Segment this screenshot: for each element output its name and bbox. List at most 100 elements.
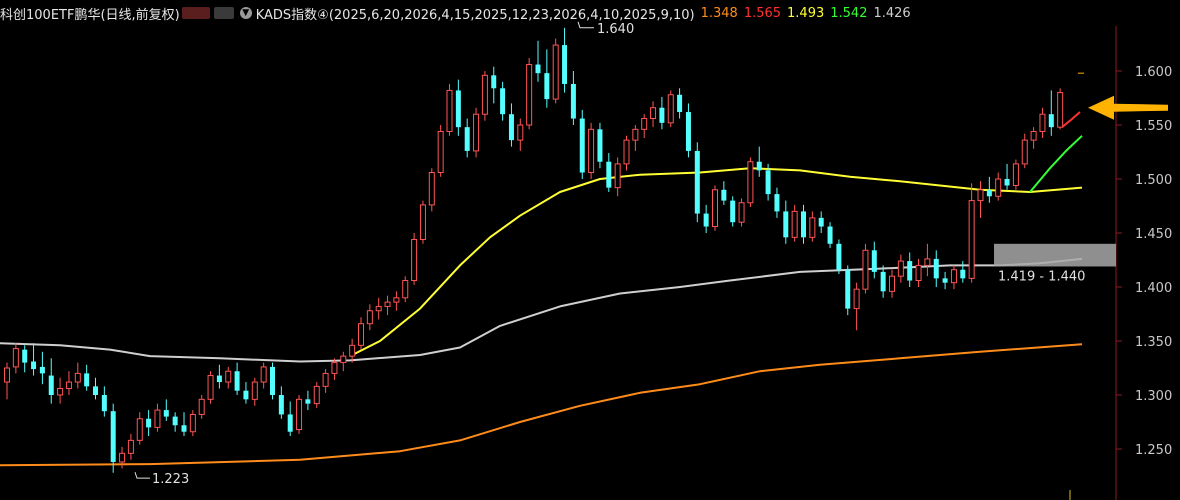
candle-body-up [296,398,303,431]
candle-body-up [862,249,869,290]
candle-body-up [313,385,320,405]
candle-body-down [836,243,842,270]
candle-body-down [39,366,45,374]
candle-body-up [384,301,391,307]
candle-body-up [419,204,426,240]
candle-body-down [84,373,90,387]
candle-body-up [437,130,444,174]
candle-body-up [251,381,258,400]
candle-body-down [597,129,603,162]
candle-body-down [1048,114,1054,128]
candle-body-up [402,280,409,299]
y-tick-label: 1.500 [1135,173,1172,188]
candle-body-up [473,113,480,152]
candle-body-down [694,150,700,214]
candle-body-down [570,83,576,119]
candle-body-up [924,258,931,266]
candle-body-down [562,45,568,84]
candle-body-up [411,238,418,282]
candle-body-up [791,210,798,238]
trend-line-red [1061,111,1081,128]
candle-body-down [818,217,824,227]
candle-body-up [1039,113,1046,132]
candle-body-down [986,189,992,197]
candle-body-up [65,381,72,390]
candle-body-up [4,367,10,383]
candle-body-up [889,275,895,292]
candle-body-up [119,452,126,463]
candle-body-up [189,413,196,433]
y-tick-label: 1.400 [1135,281,1172,296]
candle-body-up [207,375,214,400]
candle-body-up [260,366,267,383]
y-tick-label: 1.350 [1135,335,1172,350]
candlestick-chart[interactable]: 1.640 1.223 1.419 - 1.440 1.600 1.550 1.500 1… [0,0,1180,500]
candle-body-down [234,371,240,391]
candle-body-down [827,226,833,244]
candle-body-down [101,395,107,412]
candle-body-down [278,395,284,415]
candle-body-down [774,194,780,212]
candle-body-up [552,44,559,100]
candle-body-up [915,264,922,282]
candle-body-down [606,161,612,188]
y-tick-label: 1.250 [1135,443,1172,458]
candle-body-up [428,172,435,206]
candle-body-down [93,386,98,395]
candle-body-down [685,112,691,151]
candle-body-up [446,89,453,132]
candle-body-down [172,416,178,426]
candle-body-up [225,370,232,383]
candle-body-up [641,118,648,130]
y-tick-label: 1.550 [1135,119,1172,134]
candle-body-up [340,355,347,364]
candle-body-up [995,178,1002,197]
low-label: 1.223 [152,472,189,487]
candle-body-down [464,127,470,151]
candle-body-up [853,288,860,310]
candle-body-up [358,323,364,346]
low-marker [134,472,150,479]
candle-body-down [216,375,222,383]
candle-body-up [375,305,382,312]
candle-body-up [977,189,984,202]
candle-body-up [57,388,64,396]
pointer-arrow-icon [1088,95,1168,120]
candle-body-down [535,64,541,74]
zone-label: 1.419 - 1.440 [998,269,1085,284]
candle-body-up [517,124,524,141]
candle-body-down [960,269,966,279]
candle-body-up [136,418,143,441]
y-tick-label: 1.600 [1135,65,1172,80]
candle-body-up [154,409,161,428]
candle-body-down [491,75,497,89]
candle-body-down [305,399,311,404]
candle-body-down [508,114,514,141]
candle-body-down [48,375,54,395]
candle-body-down [880,271,886,292]
candle-body-up [623,139,630,165]
candle-body-down [933,258,939,279]
candle-body-up [667,94,674,124]
y-tick-label: 1.300 [1135,389,1172,404]
candle-body-up [614,163,621,189]
candle-body-up [650,107,657,120]
candle-body-down [455,90,461,128]
candle-body-down [765,170,771,195]
candle-body-up [1030,130,1037,141]
candle-body-up [526,64,533,126]
candle-body-down [756,161,762,171]
candle-body-up [632,128,639,141]
candle-body-down [500,88,506,115]
high-label: 1.640 [597,22,634,37]
candle-body-up [393,297,400,303]
candle-body-up [198,398,205,415]
candle-body-up [481,74,488,115]
candle-body-up [588,128,595,174]
candle-body-down [31,361,37,370]
candle-body-up [950,269,957,284]
candle-body-down [163,410,169,417]
candle-body-down [730,200,736,223]
candle-body-up [1012,163,1019,186]
candle-body-down [287,414,293,432]
